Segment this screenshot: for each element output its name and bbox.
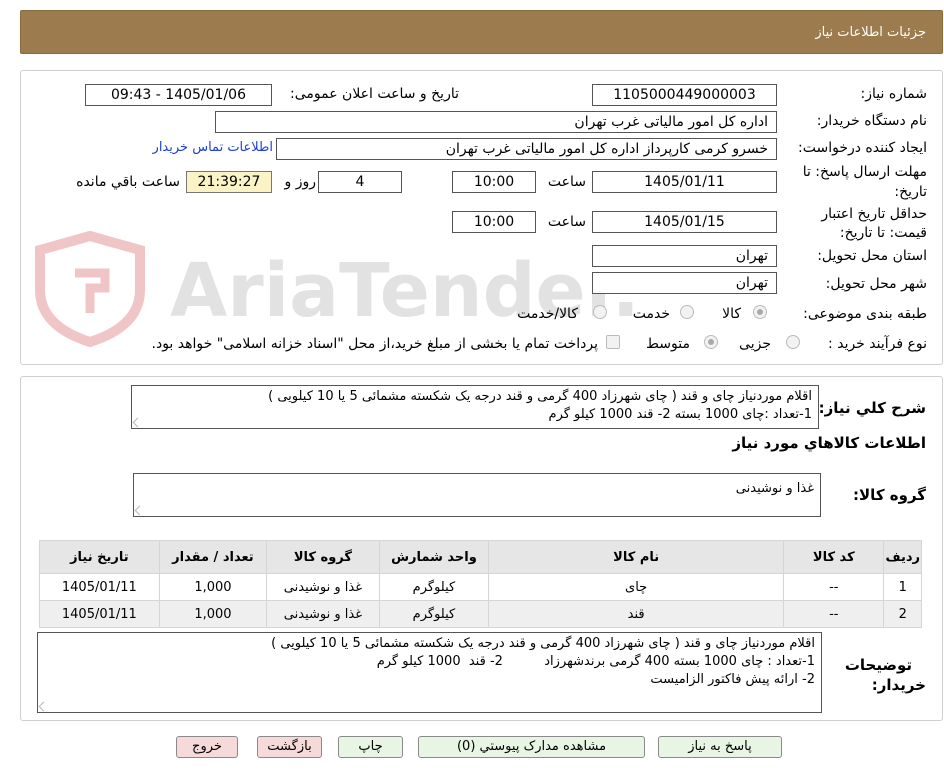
print-button[interactable]: چاپ [338, 736, 403, 758]
back-button[interactable]: بازگشت [257, 736, 322, 758]
city-label: شهر محل تحویل: [825, 276, 927, 292]
table-header-row: ردیف کد کالا نام کالا واحد شمارش گروه کا… [39, 540, 922, 574]
cell-item-code: -- [783, 600, 885, 628]
buyer-org-field: اداره کل امور مالیاتی غرب تهران [215, 111, 777, 133]
resize-grip-icon[interactable] [134, 505, 145, 516]
exit-button[interactable]: خروج [176, 736, 238, 758]
category-goods-service-radio[interactable] [593, 305, 607, 319]
table-row: 1 -- چای کیلوگرم غذا و نوشیدنی 1,000 140… [39, 573, 922, 601]
buyer-org-label: نام دستگاه خریدار: [816, 113, 927, 129]
purchase-medium-radio[interactable] [704, 335, 718, 349]
cell-item-code: -- [783, 573, 885, 601]
table-row: 2 -- قند کیلوگرم غذا و نوشیدنی 1,000 140… [39, 600, 922, 628]
buyer-notes-textarea[interactable]: اقلام موردنیاز چای و قند ( چای شهرزاد 40… [37, 632, 822, 713]
col-unit: واحد شمارش [378, 540, 490, 574]
validity-date-field: 1405/01/15 [592, 211, 777, 233]
cell-row-number: 2 [883, 600, 922, 628]
need-number-field: 1105000449000003 [592, 84, 777, 106]
col-item-name: نام کالا [488, 540, 785, 574]
cell-unit: کیلوگرم [378, 600, 490, 628]
purchase-type-label: نوع فرآیند خرید : [828, 336, 927, 352]
goods-table: ردیف کد کالا نام کالا واحد شمارش گروه کا… [39, 540, 922, 628]
buyer-notes-line-1: اقلام موردنیاز چای و قند ( چای شهرزاد 40… [271, 636, 815, 651]
deadline-time-label: ساعت [547, 174, 586, 190]
deadline-time-field: 10:00 [452, 171, 536, 193]
validity-label-line2: قیمت: تا تاریخ: [839, 225, 927, 241]
col-quantity: تعداد / مقدار [158, 540, 268, 574]
days-label: روز و [284, 174, 317, 190]
deadline-label-line2: تاریخ: [894, 184, 927, 200]
cell-quantity: 1,000 [158, 573, 268, 601]
goods-group-value: غذا و نوشیدنی [735, 481, 814, 496]
days-remaining-field: 4 [318, 171, 402, 193]
category-label: طبقه بندی موضوعی: [803, 306, 927, 322]
time-remaining-label: ساعت باقي مانده [76, 174, 180, 190]
category-service-label: خدمت [632, 306, 670, 322]
summary-label: شرح کلي نياز: [818, 399, 926, 417]
goods-info-title: اطلاعات کالاهاي مورد نياز [732, 434, 926, 452]
resize-grip-icon[interactable] [38, 701, 49, 712]
buyer-notes-label-line2: خریدار: [871, 676, 926, 694]
cell-goods-group: غذا و نوشیدنی [266, 600, 380, 628]
col-goods-group: گروه کالا [266, 540, 380, 574]
validity-label-line1: حداقل تاریخ اعتبار [821, 206, 927, 222]
buyer-notes-label-line1: توضیحات [844, 656, 912, 674]
category-goods-label: کالا [722, 306, 741, 322]
summary-line-1: اقلام موردنیاز چای و قند ( چای شهرزاد 40… [268, 389, 812, 404]
cell-goods-group: غذا و نوشیدنی [266, 573, 380, 601]
requester-label: ایجاد کننده درخواست: [798, 140, 927, 156]
treasury-bonds-note: پرداخت تمام یا بخشی از مبلغ خرید،از محل … [151, 336, 598, 352]
province-field: تهران [592, 245, 777, 267]
deadline-date-field: 1405/01/11 [592, 171, 777, 193]
city-field: تهران [592, 272, 777, 294]
cell-need-date: 1405/01/11 [39, 573, 160, 601]
goods-group-textarea[interactable]: غذا و نوشیدنی [133, 473, 821, 517]
col-need-date: تاریخ نیاز [39, 540, 160, 574]
treasury-bonds-checkbox[interactable] [606, 335, 620, 349]
buyer-contact-link[interactable]: اطلاعات تماس خریدار [153, 140, 273, 155]
buyer-notes-line-3: 2- ارائه پیش فاکتور الزامیست [650, 672, 815, 687]
page-title: جزئیات اطلاعات نیاز [815, 25, 926, 40]
category-goods-service-label: کالا/خدمت [517, 306, 578, 322]
cell-row-number: 1 [883, 573, 922, 601]
purchase-minor-radio[interactable] [786, 335, 800, 349]
cell-unit: کیلوگرم [378, 573, 490, 601]
buyer-notes-line-2: 1-تعداد : چای 1000 بسته 400 گرمی برندشهر… [376, 654, 815, 669]
reply-button[interactable]: پاسخ به نیاز [658, 736, 782, 758]
need-number-label: شماره نیاز: [860, 86, 928, 102]
summary-line-2: 1-تعداد :چای 1000 بسته 2- قند 1000 کیلو … [548, 407, 812, 422]
summary-textarea[interactable]: اقلام موردنیاز چای و قند ( چای شهرزاد 40… [131, 385, 819, 429]
view-attachments-button[interactable]: مشاهده مدارک پیوستي (0) [418, 736, 645, 758]
validity-time-field: 10:00 [452, 211, 536, 233]
col-row-number: ردیف [883, 540, 922, 574]
announce-label: تاریخ و ساعت اعلان عمومی: [290, 86, 459, 102]
cell-item-name: چای [488, 573, 785, 601]
validity-time-label: ساعت [547, 214, 586, 230]
deadline-label-line1: مهلت ارسال پاسخ: تا [802, 164, 927, 180]
purchase-minor-label: جزیی [739, 336, 771, 352]
cell-item-name: قند [488, 600, 785, 628]
requester-field: خسرو کرمی کارپرداز اداره کل امور مالیاتی… [276, 138, 777, 160]
category-goods-radio[interactable] [753, 305, 767, 319]
page-header: جزئیات اطلاعات نیاز [20, 10, 943, 54]
time-remaining-field: 21:39:27 [186, 171, 272, 193]
province-label: استان محل تحویل: [817, 248, 927, 264]
purchase-medium-label: متوسط [646, 336, 690, 352]
cell-quantity: 1,000 [158, 600, 268, 628]
cell-need-date: 1405/01/11 [39, 600, 160, 628]
col-item-code: کد کالا [783, 540, 885, 574]
category-service-radio[interactable] [680, 305, 694, 319]
goods-group-label: گروه کالا: [853, 486, 926, 504]
announce-datetime-field: 1405/01/06 - 09:43 [85, 84, 272, 106]
